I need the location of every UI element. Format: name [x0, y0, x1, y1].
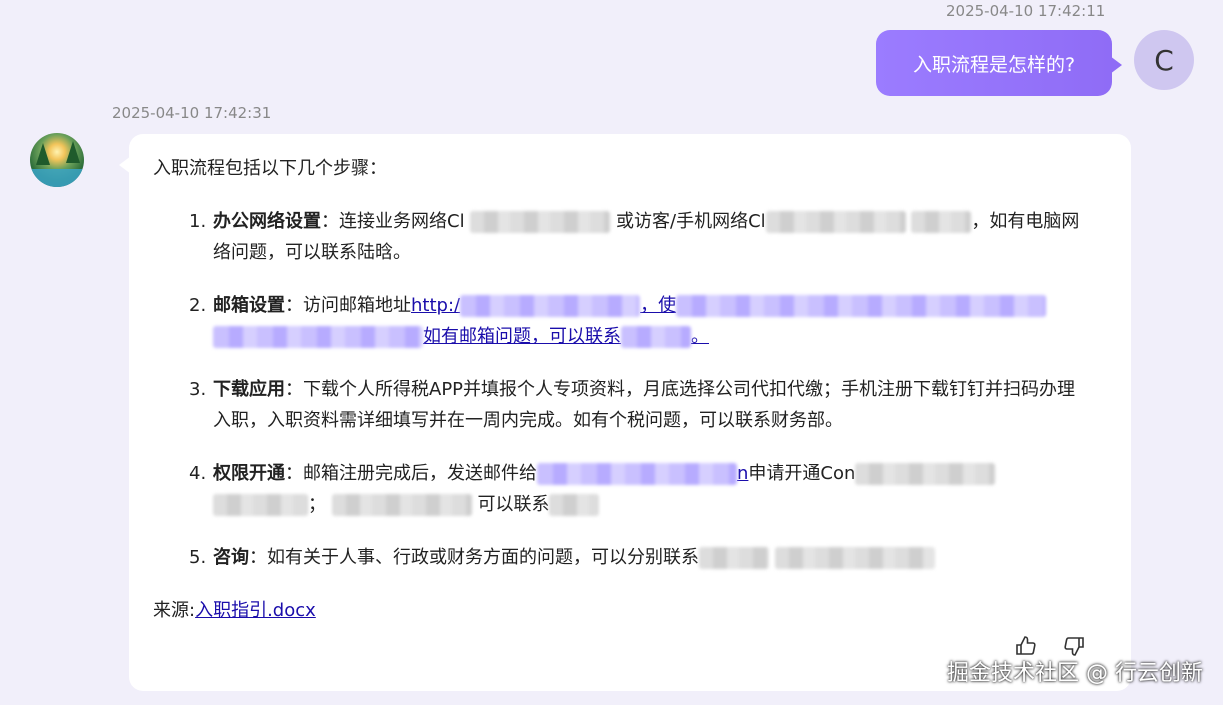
- step-colon: ：: [285, 295, 303, 316]
- avatar-tree-decoration: [36, 143, 50, 165]
- onboarding-steps-list: 1. 办公网络设置：连接业务网络Cl 或访客/手机网络Cl ，如有电脑网络问题，…: [183, 206, 1083, 595]
- step-text: 连接业务网络Cl: [339, 211, 465, 232]
- step-number: 1.: [189, 211, 207, 232]
- redacted-link: [676, 295, 1047, 317]
- step-text: 如有关于人事、行政或财务方面的问题，可以分别联系: [267, 547, 699, 568]
- redacted-text: [855, 463, 996, 485]
- redacted-link: [460, 295, 641, 317]
- step-colon: ：: [285, 463, 303, 484]
- user-message-bubble: 入职流程是怎样的?: [876, 30, 1122, 96]
- redacted-text: [549, 494, 600, 516]
- step-number: 4.: [189, 463, 207, 484]
- step-title: 下载应用: [213, 379, 285, 400]
- step-colon: ：: [321, 211, 339, 232]
- source-label: 来源:: [153, 600, 196, 621]
- step-title: 邮箱设置: [213, 295, 285, 316]
- watermark: 掘金技术社区 @ 行云创新: [947, 661, 1203, 686]
- user-message-text: 入职流程是怎样的?: [912, 53, 1076, 76]
- bot-message-intro: 入职流程包括以下几个步骤：: [153, 158, 387, 179]
- step-text: 下载个人所得税APP并填报个人专项资料，月底选择公司代扣代缴；手机注册下载钉钉并…: [213, 379, 1076, 431]
- step-text: 可以联系: [477, 494, 550, 515]
- step-item-consult: 5. 咨询：如有关于人事、行政或财务方面的问题，可以分别联系: [183, 542, 1083, 573]
- redacted-link: [537, 463, 737, 485]
- user-avatar-letter: C: [1154, 43, 1174, 77]
- redacted-link: [621, 326, 691, 348]
- redacted-text: [911, 211, 972, 233]
- step-item-permissions: 4. 权限开通：邮箱注册完成后，发送邮件给 n申请开通Con ； 可以联系: [183, 458, 1083, 520]
- bot-avatar: [30, 133, 84, 187]
- bot-message-timestamp: 2025-04-10 17:42:31: [112, 104, 272, 122]
- redacted-text: [213, 494, 308, 516]
- step-title: 办公网络设置: [213, 211, 321, 232]
- redacted-text: [774, 547, 935, 569]
- step-text: 申请开通Con: [748, 463, 856, 484]
- bot-message-bubble: 入职流程包括以下几个步骤： 1. 办公网络设置：连接业务网络Cl 或访客/手机网…: [119, 134, 1131, 691]
- redacted-text: [331, 494, 472, 516]
- step-number: 3.: [189, 379, 207, 400]
- step-text: 或访客/手机网络Cl: [616, 211, 766, 232]
- avatar-water-decoration: [30, 169, 84, 187]
- step-title: 权限开通: [213, 463, 285, 484]
- redacted-text: [765, 211, 906, 233]
- step-title: 咨询: [213, 547, 249, 568]
- step-item-email: 2. 邮箱设置：访问邮箱地址http:/，使如有邮箱问题，可以联系。: [183, 290, 1083, 352]
- step-text: 访问邮箱地址: [303, 295, 411, 316]
- redacted-text: [470, 211, 611, 233]
- user-avatar[interactable]: C: [1134, 30, 1194, 90]
- user-message-timestamp: 2025-04-10 17:42:11: [946, 2, 1106, 20]
- step-text: ；: [308, 494, 326, 515]
- step-text: 邮箱注册完成后，发送邮件给: [303, 463, 537, 484]
- permission-email-link[interactable]: n: [537, 463, 748, 485]
- step-item-network: 1. 办公网络设置：连接业务网络Cl 或访客/手机网络Cl ，如有电脑网络问题，…: [183, 206, 1083, 268]
- step-colon: ：: [285, 379, 303, 400]
- step-colon: ：: [249, 547, 267, 568]
- redacted-text: [699, 547, 769, 569]
- step-number: 5.: [189, 547, 207, 568]
- step-number: 2.: [189, 295, 207, 316]
- source-document-link[interactable]: 入职指引.docx: [195, 600, 316, 621]
- source-reference: 来源:入职指引.docx: [153, 596, 316, 622]
- step-item-apps: 3. 下载应用：下载个人所得税APP并填报个人专项资料，月底选择公司代扣代缴；手…: [183, 374, 1083, 436]
- avatar-tree-decoration: [66, 141, 80, 163]
- redacted-link: [213, 326, 423, 348]
